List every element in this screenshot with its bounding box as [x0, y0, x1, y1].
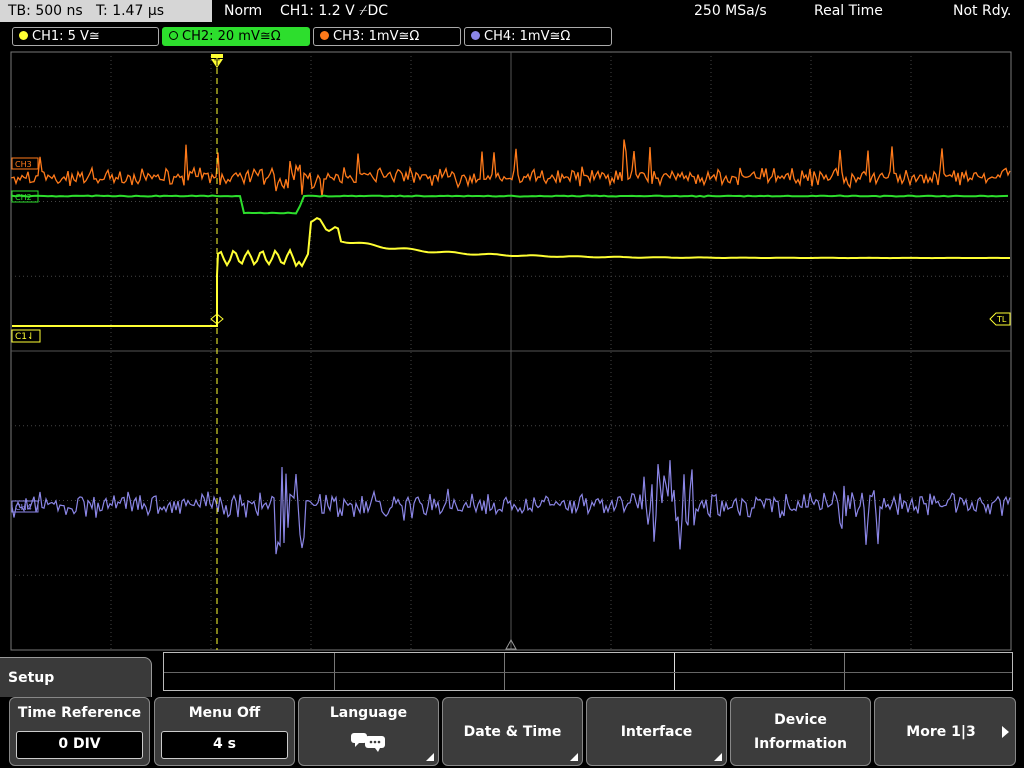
date-time-button[interactable]: Date & Time: [442, 697, 583, 766]
ch4-marker[interactable]: CH4: [11, 500, 39, 513]
submenu-corner-icon: [714, 753, 722, 761]
menu-title: Setup: [0, 657, 152, 697]
time-reference-value[interactable]: 0 DIV: [16, 731, 143, 759]
ch1-marker[interactable]: C1⇃: [11, 329, 41, 343]
tab-ch2-label: CH2: 20 mV≅Ω: [182, 29, 281, 44]
menu-off-button[interactable]: Menu Off 4 s: [154, 697, 295, 766]
tab-ch4[interactable]: CH4: 1mV≅Ω: [464, 27, 612, 46]
tab-ch1[interactable]: CH1: 5 V≅: [12, 27, 159, 46]
svg-text:CH2: CH2: [15, 193, 32, 202]
svg-text:T: T: [213, 59, 220, 69]
ch4-color-icon: [471, 31, 480, 40]
ch3-marker[interactable]: CH3: [11, 157, 39, 170]
device-information-label-2: Information: [754, 736, 847, 752]
language-label: Language: [329, 705, 408, 721]
ch3-color-icon: [320, 31, 329, 40]
sample-rate: 250 MSa/s: [694, 3, 767, 19]
menu-off-value[interactable]: 4 s: [161, 731, 288, 759]
more-button[interactable]: More 1|3: [874, 697, 1016, 766]
ch2-trace: [11, 194, 1009, 215]
submenu-corner-icon: [570, 753, 578, 761]
svg-text:C1⇃: C1⇃: [15, 332, 35, 342]
language-button[interactable]: Language: [298, 697, 439, 766]
interface-button[interactable]: Interface: [586, 697, 727, 766]
menu-off-label: Menu Off: [188, 705, 261, 721]
trigger-mode[interactable]: Norm: [224, 0, 262, 22]
svg-text:CH3: CH3: [15, 160, 32, 169]
tab-ch4-label: CH4: 1mV≅Ω: [484, 29, 571, 44]
date-time-label: Date & Time: [463, 724, 562, 740]
more-label: More 1|3: [906, 724, 976, 740]
trigger-level-marker[interactable]: TL: [989, 312, 1011, 326]
submenu-corner-icon: [426, 753, 434, 761]
tab-ch1-label: CH1: 5 V≅: [32, 29, 100, 44]
acquisition-mode: Real Time: [814, 3, 883, 19]
next-page-arrow-icon: [1002, 726, 1009, 738]
time-reference-button[interactable]: Time Reference 0 DIV: [9, 697, 150, 766]
trigger-position-marker[interactable]: T: [211, 54, 223, 69]
status-bar: Norm CH1: 1.2 V ⌿DC 250 MSa/s Real Time …: [214, 0, 1024, 22]
speech-bubbles-icon: [351, 733, 385, 752]
ch1-color-icon: [19, 31, 28, 40]
svg-text:TL: TL: [996, 315, 1007, 324]
device-information-button[interactable]: Device Information: [730, 697, 871, 766]
trigger-status: Not Rdy.: [953, 3, 1012, 19]
svg-text:CH4: CH4: [15, 503, 32, 512]
tab-ch3[interactable]: CH3: 1mV≅Ω: [313, 27, 461, 46]
tab-ch2[interactable]: CH2: 20 mV≅Ω: [162, 27, 310, 46]
trigger-source[interactable]: CH1: 1.2 V ⌿DC: [280, 0, 388, 22]
tab-ch3-label: CH3: 1mV≅Ω: [333, 29, 420, 44]
timebase-readout[interactable]: TB: 500 ns T: 1.47 µs: [0, 0, 212, 22]
graticule: [10, 51, 1012, 651]
ch2-color-icon: [169, 31, 178, 40]
waveform-display[interactable]: T CH3 CH2 C1⇃ CH4 TL: [0, 50, 1024, 652]
zoom-overview-grid: [163, 652, 1013, 691]
device-information-label-1: Device: [774, 712, 827, 728]
time-reference-label: Time Reference: [17, 705, 142, 721]
interface-label: Interface: [620, 724, 693, 740]
